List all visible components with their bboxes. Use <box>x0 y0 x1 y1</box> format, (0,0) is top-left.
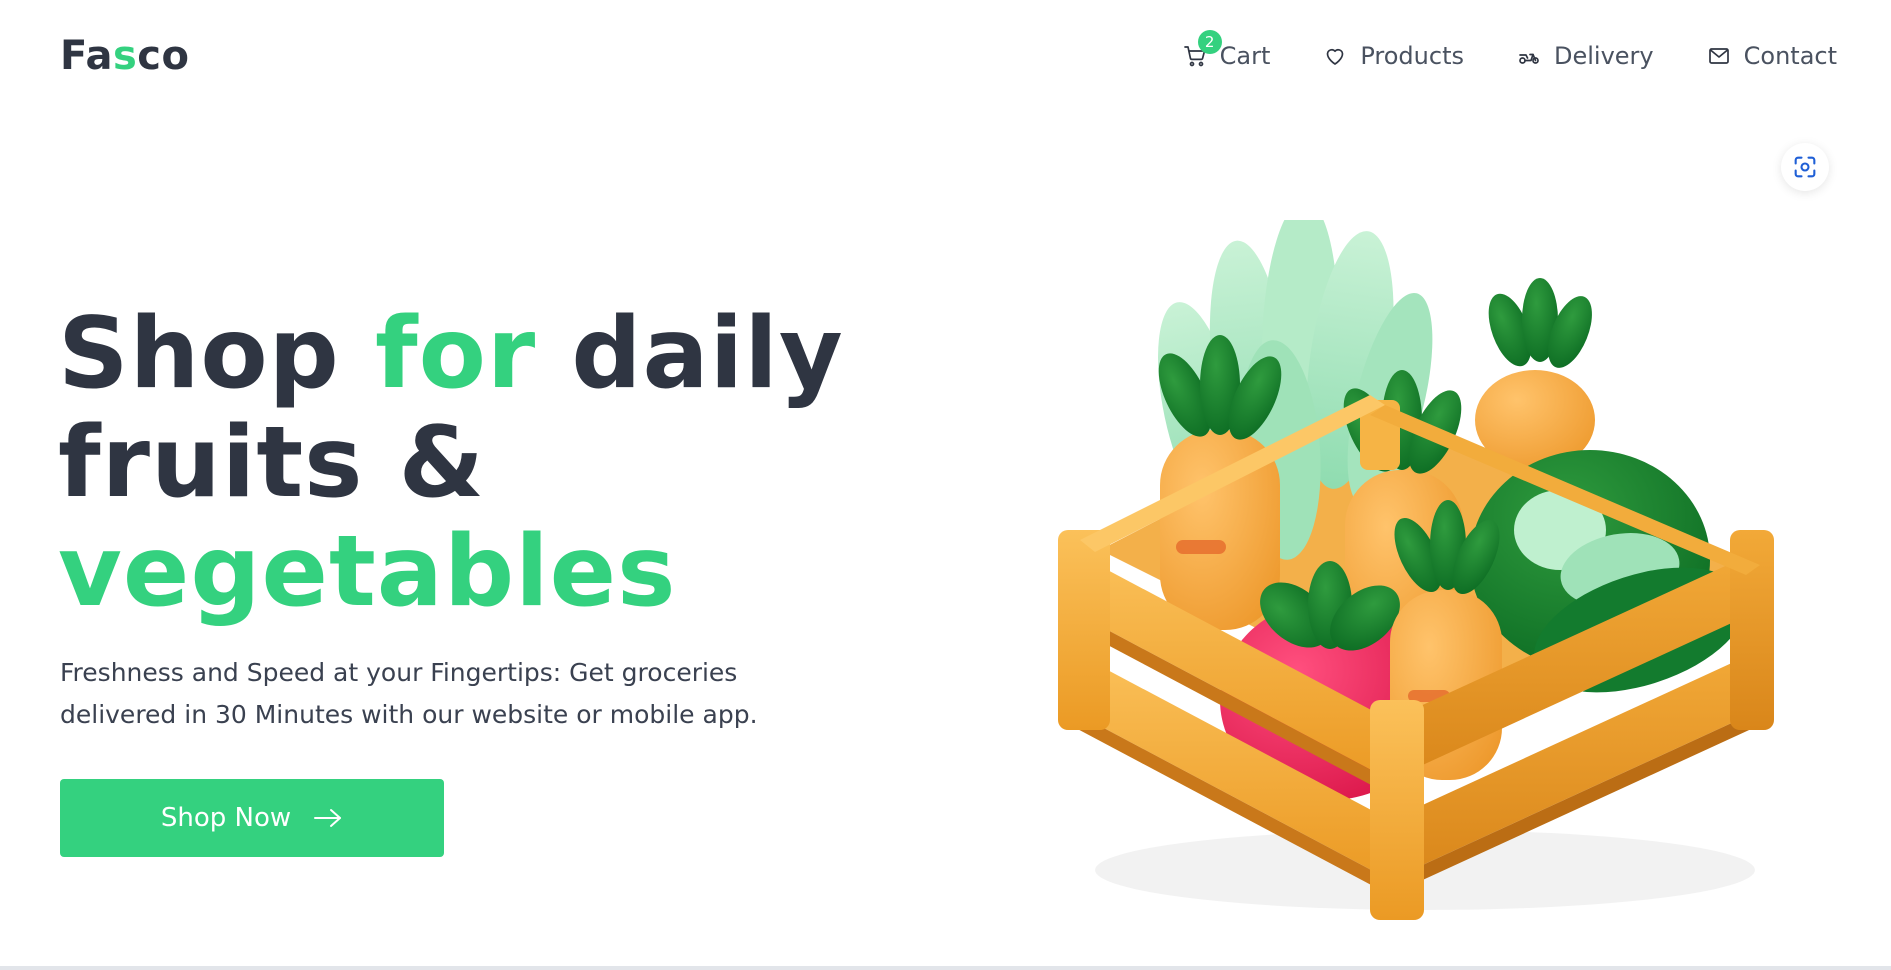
mail-icon <box>1706 43 1732 69</box>
hero-heading-part3: daily <box>536 297 844 411</box>
cart-count-badge: 2 <box>1197 30 1222 54</box>
nav-item-contact[interactable]: Contact <box>1706 42 1837 70</box>
hero-subtitle-line2: delivered in 30 Minutes with our website… <box>60 700 758 729</box>
main-nav: 2 Cart Products Delivery Contact <box>1182 30 1837 76</box>
hero-heading: Shop for daily fruits & vegetables <box>58 300 878 627</box>
scan-button[interactable] <box>1781 143 1829 191</box>
logo-text-part3: co <box>137 33 190 79</box>
shop-now-button[interactable]: Shop Now <box>60 779 444 857</box>
hero-heading-part1: Shop <box>58 297 375 411</box>
hero-heading-accent-for: for <box>374 297 537 411</box>
carrot-back-right <box>1475 278 1595 470</box>
heart-icon <box>1322 43 1348 69</box>
nav-label-cart: Cart <box>1219 42 1271 70</box>
cart-icon: 2 <box>1182 30 1222 69</box>
landing-page: Fasco 2 Cart Products Delivery Contact S… <box>0 0 1891 970</box>
hero-heading-part4: fruits & <box>58 406 486 520</box>
page-bottom-divider <box>0 966 1891 970</box>
logo-text-accent: s <box>112 33 138 79</box>
nav-label-contact: Contact <box>1743 42 1837 70</box>
nav-label-delivery: Delivery <box>1554 42 1654 70</box>
nav-label-products: Products <box>1360 42 1464 70</box>
nav-item-delivery[interactable]: Delivery <box>1516 42 1654 70</box>
nav-item-cart[interactable]: 2 Cart <box>1182 30 1271 70</box>
shop-now-label: Shop Now <box>160 803 292 833</box>
logo[interactable]: Fasco <box>60 33 190 79</box>
hero-subtitle: Freshness and Speed at your Fingertips: … <box>60 652 820 736</box>
hero-subtitle-line1: Freshness and Speed at your Fingertips: … <box>60 658 738 687</box>
vegetable-crate-illustration <box>1058 220 1774 920</box>
hero-heading-accent-vegetables: vegetables <box>58 515 677 629</box>
arrow-right-icon <box>314 809 342 827</box>
logo-text-part1: Fa <box>60 33 113 79</box>
nav-item-products[interactable]: Products <box>1322 42 1464 70</box>
scooter-icon <box>1516 43 1542 69</box>
scan-icon <box>1794 156 1816 178</box>
